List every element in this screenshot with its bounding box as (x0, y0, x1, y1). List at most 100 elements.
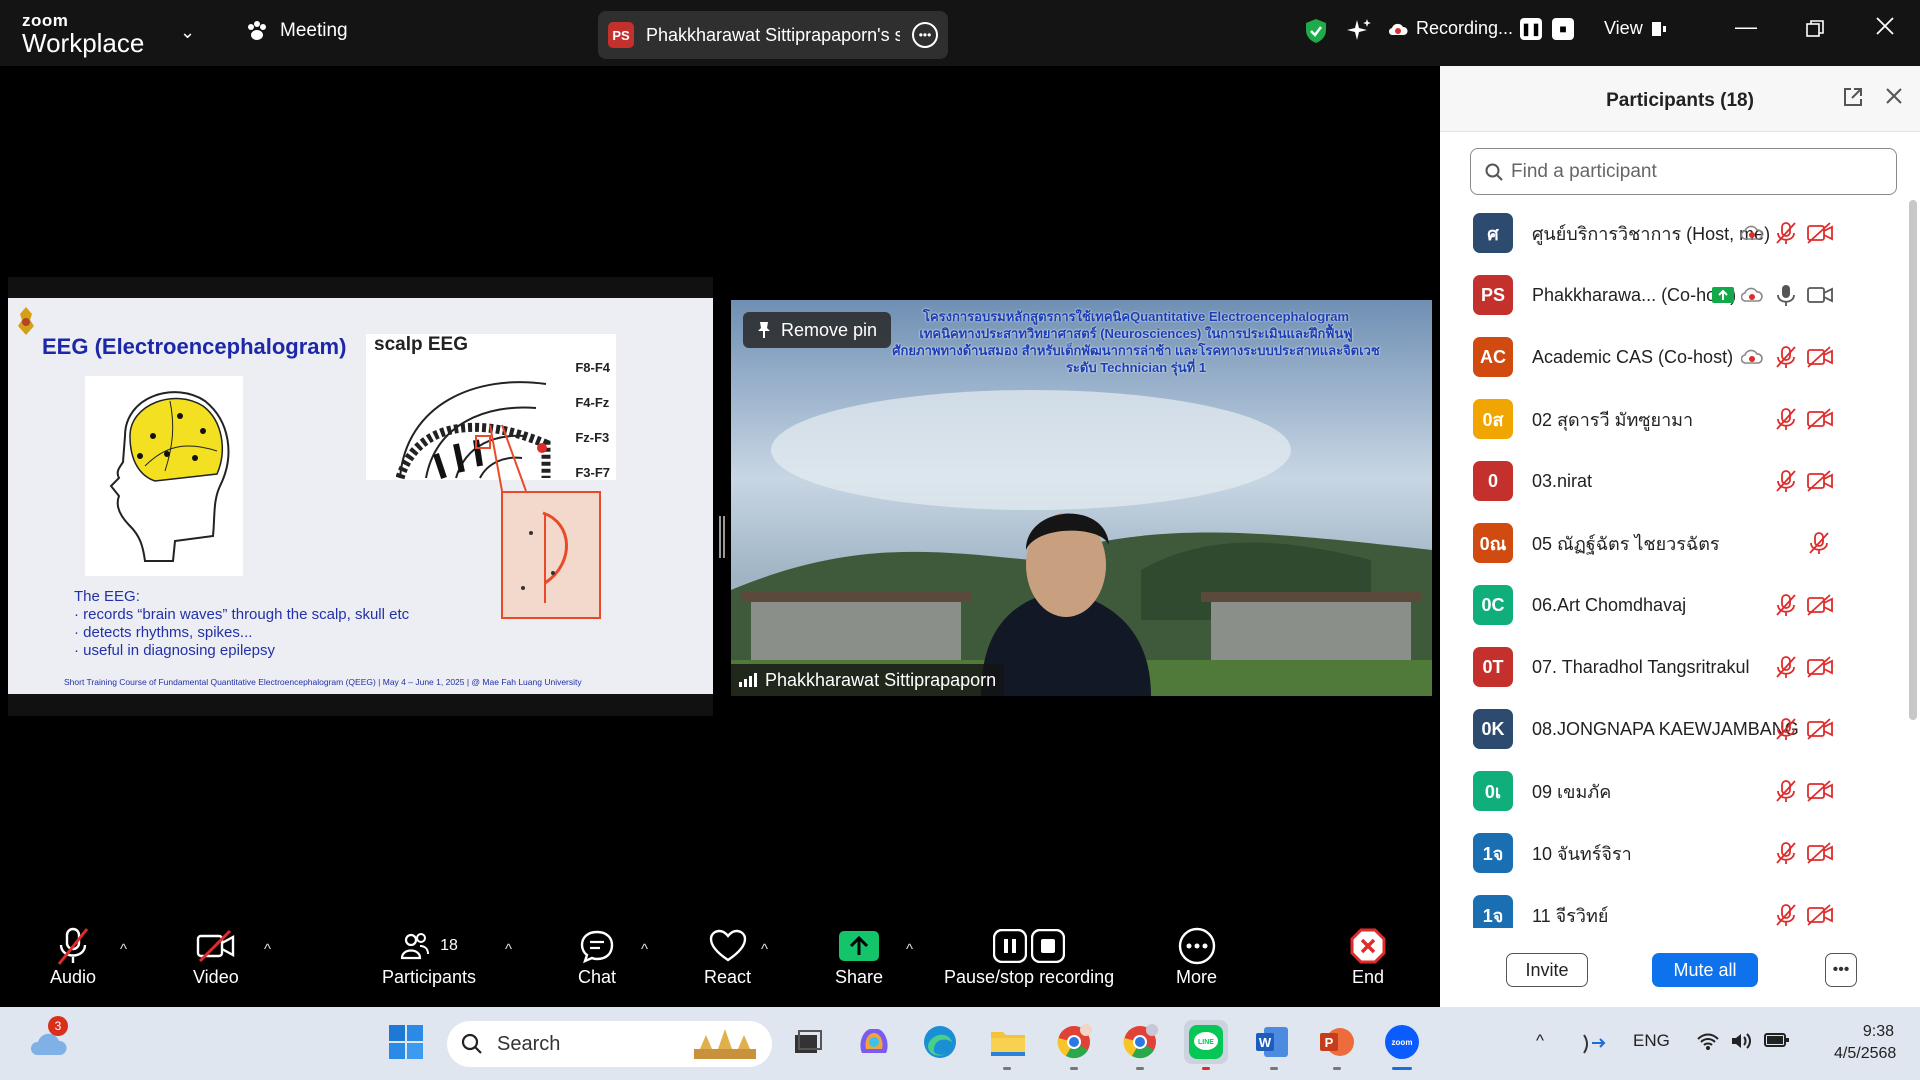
screen-share-pill[interactable]: PS Phakkharawat Sittiprapaporn's screen … (598, 11, 948, 59)
stop-recording-icon[interactable]: ■ (1552, 18, 1574, 40)
start-button-icon[interactable] (384, 1020, 428, 1064)
copilot-icon[interactable] (852, 1020, 896, 1064)
speaker-video-tile[interactable]: โครงการอบรมหลักสูตรการใช้เทคนิคQuantitat… (731, 300, 1432, 696)
camera-off-icon[interactable] (1806, 346, 1834, 368)
participants-button[interactable]: 18 Participants (382, 925, 476, 988)
participant-row[interactable]: 0T 07. Tharadhol Tangsritrakul (1440, 636, 1908, 698)
chat-options-caret-icon[interactable]: ^ (641, 941, 648, 958)
participant-row[interactable]: 1จ 11 จีรวิทย์ (1440, 884, 1908, 928)
camera-off-icon[interactable] (1806, 222, 1834, 244)
share-options-icon[interactable]: ••• (912, 22, 938, 48)
search-highlight-image (694, 1029, 756, 1059)
close-window-icon[interactable] (1875, 16, 1895, 42)
react-options-caret-icon[interactable]: ^ (761, 941, 768, 958)
mic-muted-icon[interactable] (1775, 407, 1797, 431)
participant-row[interactable]: 0เ 09 เขมภัค (1440, 760, 1908, 822)
camera-off-icon[interactable] (1806, 408, 1834, 430)
mic-on-icon[interactable] (1775, 283, 1797, 307)
end-meeting-button[interactable]: End (1350, 925, 1386, 988)
participant-name: 03.nirat (1532, 470, 1593, 491)
more-options-icon[interactable]: ••• (1825, 953, 1857, 987)
volume-icon[interactable] (1730, 1031, 1754, 1056)
participant-row[interactable]: 0K 08.JONGNAPA KAEWJAMBANG (1440, 698, 1908, 760)
restore-icon[interactable] (1806, 18, 1824, 44)
mic-muted-icon[interactable] (1808, 531, 1830, 555)
input-method-icon[interactable] (1578, 1031, 1608, 1060)
chrome-profile-1-icon[interactable] (1052, 1020, 1096, 1064)
meeting-menu[interactable]: Meeting (246, 20, 348, 42)
share-button[interactable]: Share (835, 925, 883, 988)
mute-all-button[interactable]: Mute all (1652, 953, 1758, 987)
more-button[interactable]: More (1176, 925, 1217, 988)
zoom-app-icon[interactable]: zoom (1380, 1020, 1424, 1064)
participant-row[interactable]: 0ณ 05 ณัฏฐ์ฉัตร ไชยวรฉัตร (1440, 512, 1908, 574)
camera-off-icon[interactable] (1806, 718, 1834, 740)
participant-row[interactable]: AC Academic CAS (Co-host) (1440, 326, 1908, 388)
pop-out-icon[interactable] (1842, 86, 1864, 114)
pause-stop-recording-button[interactable]: Pause/stop recording (944, 925, 1114, 988)
view-menu[interactable]: View (1604, 18, 1667, 39)
participant-row[interactable]: 0C 06.Art Chomdhavaj (1440, 574, 1908, 636)
camera-off-icon[interactable] (1806, 594, 1834, 616)
app-menu-chevron-icon[interactable]: ⌄ (180, 22, 195, 43)
language-indicator[interactable]: ENG (1633, 1031, 1670, 1051)
chrome-profile-2-icon[interactable] (1118, 1020, 1162, 1064)
speaker-name: Phakkharawat Sittiprapaporn (765, 669, 997, 690)
camera-off-icon[interactable] (1806, 780, 1834, 802)
camera-off-icon[interactable] (1806, 656, 1834, 678)
running-indicator (1270, 1067, 1278, 1070)
participant-row[interactable]: 1จ 10 จันทร์จิรา (1440, 822, 1908, 884)
mic-muted-icon[interactable] (1775, 469, 1797, 493)
weather-widget-icon[interactable]: 3 (26, 1016, 70, 1064)
wifi-icon[interactable] (1696, 1031, 1720, 1056)
remove-pin-button[interactable]: Remove pin (743, 312, 892, 348)
share-options-caret-icon[interactable]: ^ (906, 941, 913, 958)
pin-icon (758, 322, 770, 338)
camera-off-icon[interactable] (1806, 904, 1834, 926)
mic-muted-icon[interactable] (1775, 593, 1797, 617)
taskbar-search-box[interactable]: Search (447, 1021, 772, 1067)
ai-sparkle-icon[interactable] (1346, 18, 1372, 44)
pause-recording-icon[interactable]: ❚❚ (1520, 18, 1542, 40)
participant-search-input[interactable]: Find a participant (1470, 148, 1897, 195)
word-icon[interactable]: W (1250, 1020, 1294, 1064)
participant-row[interactable]: 0ส 02 สุดารวี มัทซูยามา (1440, 388, 1908, 450)
security-shield-icon[interactable] (1304, 18, 1328, 44)
system-clock[interactable]: 9:38 4/5/2568 (1834, 1021, 1896, 1065)
recording-indicator[interactable]: Recording... (1388, 18, 1513, 39)
mic-muted-icon[interactable] (1775, 903, 1797, 927)
mic-muted-icon[interactable] (1775, 655, 1797, 679)
powerpoint-icon[interactable]: P (1314, 1020, 1358, 1064)
line-app-icon[interactable]: LINE (1184, 1020, 1228, 1064)
participant-row[interactable]: PS Phakkharawa... (Co-host) (1440, 264, 1908, 326)
close-panel-icon[interactable] (1884, 86, 1904, 112)
show-hidden-icons-icon[interactable]: ^ (1536, 1031, 1544, 1051)
react-button[interactable]: React (704, 925, 751, 988)
minimize-icon[interactable]: — (1735, 14, 1757, 40)
chat-button[interactable]: Chat (578, 925, 616, 988)
participant-row[interactable]: ศ ศูนย์บริการวิชาการ (Host, me) (1440, 202, 1908, 264)
mic-muted-icon[interactable] (1775, 221, 1797, 245)
participant-avatar: 0ณ (1473, 523, 1513, 563)
camera-off-icon[interactable] (1806, 842, 1834, 864)
mic-muted-icon[interactable] (1775, 345, 1797, 369)
camera-on-icon[interactable] (1806, 284, 1834, 306)
audio-options-caret-icon[interactable]: ^ (120, 941, 127, 958)
battery-icon[interactable] (1764, 1031, 1790, 1054)
splitter-handle[interactable] (719, 516, 725, 558)
participants-options-caret-icon[interactable]: ^ (505, 941, 512, 958)
audio-button[interactable]: Audio (50, 925, 96, 988)
video-options-caret-icon[interactable]: ^ (264, 941, 271, 958)
participants-scrollbar[interactable] (1909, 200, 1917, 720)
file-explorer-icon[interactable] (986, 1020, 1030, 1064)
task-view-icon[interactable] (786, 1020, 830, 1064)
video-button[interactable]: Video (193, 925, 239, 988)
participant-row[interactable]: 0 03.nirat (1440, 450, 1908, 512)
invite-button[interactable]: Invite (1506, 953, 1588, 987)
share-screen-icon (839, 931, 880, 961)
camera-off-icon[interactable] (1806, 470, 1834, 492)
mic-muted-icon[interactable] (1775, 779, 1797, 803)
edge-icon[interactable] (918, 1020, 962, 1064)
mic-muted-icon[interactable] (1775, 841, 1797, 865)
mic-muted-icon[interactable] (1775, 717, 1797, 741)
